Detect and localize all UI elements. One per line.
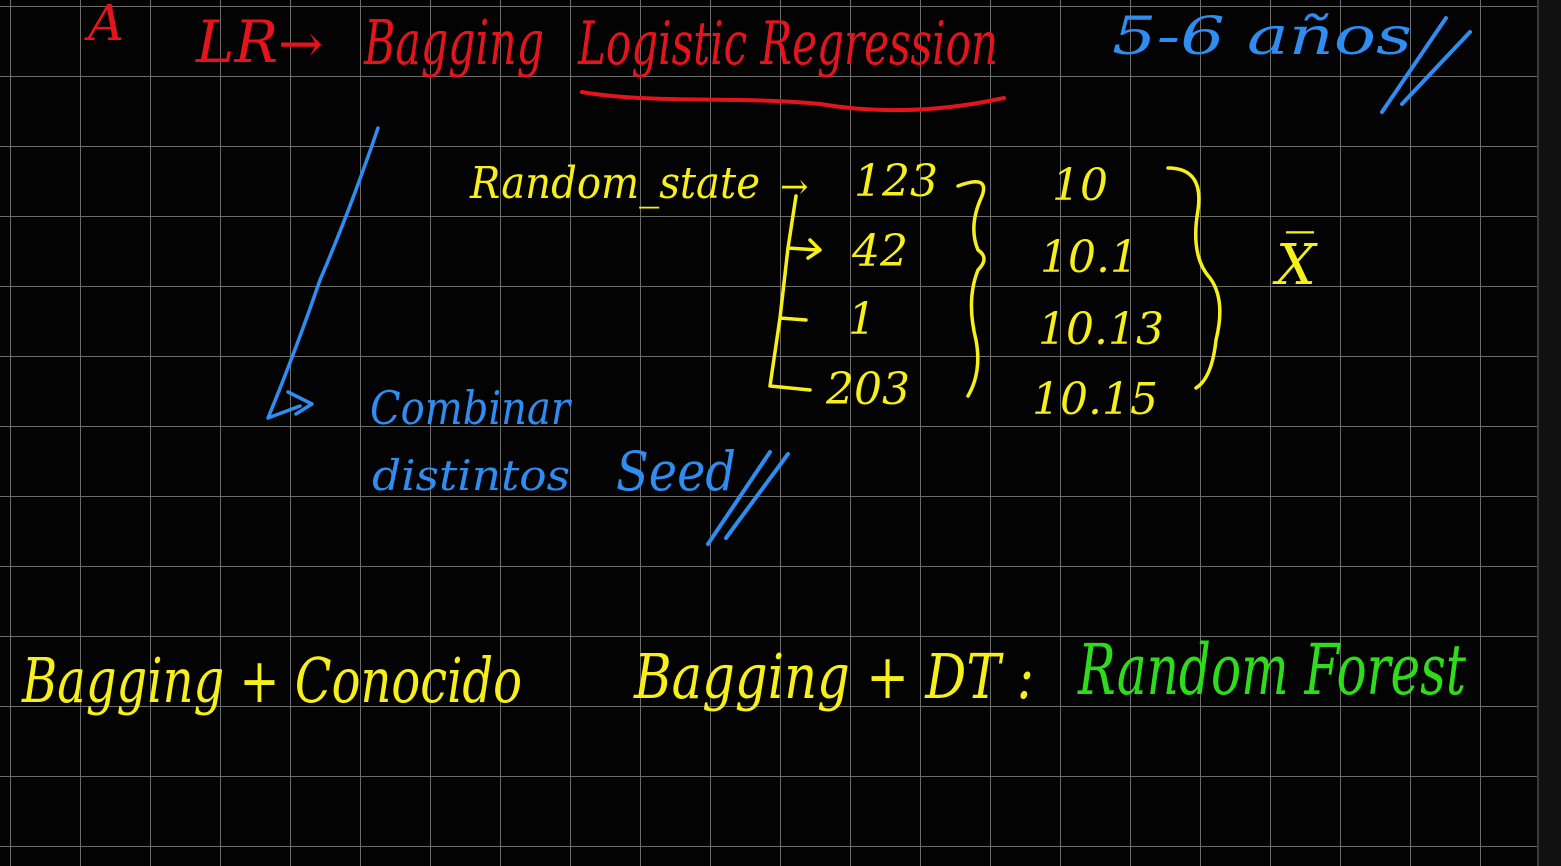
header-bagging: Bagging bbox=[363, 6, 544, 79]
bagging-dt: Bagging + DT : bbox=[633, 640, 1034, 713]
header-arrow: → bbox=[278, 12, 323, 75]
random-forest: Random Forest bbox=[1077, 629, 1467, 711]
seed-value-2: 42 bbox=[851, 226, 908, 277]
seed-value-4: 203 bbox=[825, 364, 910, 415]
result-value-4: 10.15 bbox=[1032, 374, 1158, 425]
result-value-1: 10 bbox=[1052, 160, 1108, 211]
combine-line1: Combinar bbox=[370, 381, 573, 435]
blue-arrow-left bbox=[266, 126, 380, 420]
header-years: 5-6 años bbox=[1112, 7, 1412, 67]
seed-value-1: 123 bbox=[854, 156, 938, 207]
mean-symbol: X̅ bbox=[1272, 231, 1318, 298]
handwriting-layer: A LR → Bagging Logistic Regression 5-6 a… bbox=[21, 0, 1472, 717]
combine-note: Combinar distintos Seed bbox=[370, 381, 736, 503]
underline-logistic bbox=[580, 90, 1006, 113]
seed-branch-arrows bbox=[768, 194, 822, 392]
bottom-line: Bagging + Conocido Bagging + DT : Random… bbox=[21, 629, 1466, 717]
seed-table: Random_state → 123 42 1 203 10 10.1 10.1… bbox=[469, 156, 1318, 425]
grid-whiteboard: A LR → Bagging Logistic Regression 5-6 a… bbox=[0, 0, 1561, 866]
header-lr: LR bbox=[195, 8, 278, 76]
combine-seed: Seed bbox=[616, 440, 736, 503]
random-state-label: Random_state bbox=[469, 158, 760, 209]
header-red: A LR → Bagging Logistic Regression bbox=[84, 0, 998, 79]
brace-left bbox=[956, 180, 986, 398]
result-value-2: 10.1 bbox=[1040, 232, 1138, 283]
bagging-conocido: Bagging + Conocido bbox=[21, 644, 522, 717]
header-marker: A bbox=[84, 0, 124, 52]
brace-right bbox=[1166, 166, 1222, 390]
seed-value-3: 1 bbox=[848, 294, 876, 345]
combine-line2: distintos bbox=[372, 451, 570, 500]
result-value-3: 10.13 bbox=[1038, 304, 1164, 355]
header-logistic-regression: Logistic Regression bbox=[577, 9, 998, 79]
